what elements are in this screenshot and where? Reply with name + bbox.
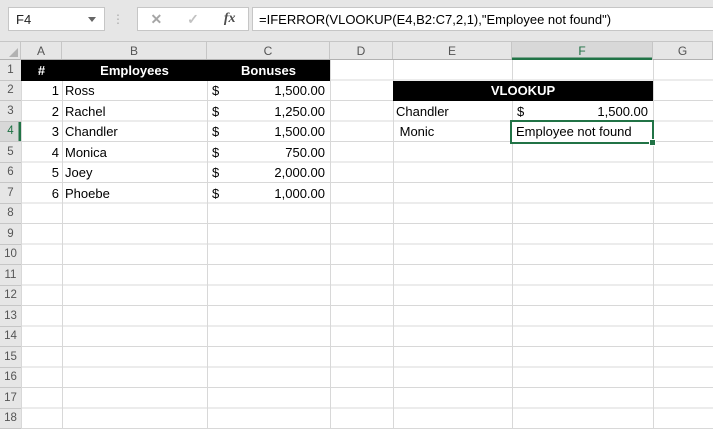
excel-window: F4 ⋮ ✕ ✓ fx =IFERROR(VLOOKUP(E4,B2:C7,2,… xyxy=(0,0,713,429)
cell-c2[interactable]: $ 1,500.00 xyxy=(207,81,330,102)
cell-a7[interactable]: 6 xyxy=(21,183,62,204)
gridline xyxy=(653,60,654,429)
name-box-value: F4 xyxy=(16,11,32,27)
row-header-14[interactable]: 14 xyxy=(0,327,21,347)
vlookup-title: VLOOKUP xyxy=(490,83,556,99)
column-header-d[interactable]: D xyxy=(330,42,393,59)
cell-f3[interactable]: $ 1,500.00 xyxy=(512,101,653,122)
row-header-8[interactable]: 8 xyxy=(0,204,21,224)
amount: 1,500.00 xyxy=(597,103,648,119)
cell-b7[interactable]: Phoebe xyxy=(62,183,207,204)
currency-symbol: $ xyxy=(517,103,525,119)
formula-buttons: ✕ ✓ fx xyxy=(137,7,249,31)
formula-bar-region: F4 ⋮ ✕ ✓ fx =IFERROR(VLOOKUP(E4,B2:C7,2,… xyxy=(0,0,713,41)
currency-symbol: $ xyxy=(212,165,220,181)
row-header-6[interactable]: 6 xyxy=(0,163,21,183)
column-header-a[interactable]: A xyxy=(21,42,62,59)
cell-c5[interactable]: $ 750.00 xyxy=(207,142,330,163)
cell-b2[interactable]: Ross xyxy=(62,81,207,102)
row-header-7[interactable]: 7 xyxy=(0,183,21,204)
gridline xyxy=(330,60,331,429)
cell-c7[interactable]: $ 1,000.00 xyxy=(207,183,330,204)
column-header-b[interactable]: B xyxy=(62,42,207,59)
name-box[interactable]: F4 xyxy=(8,7,105,31)
cell-b6[interactable]: Joey xyxy=(62,163,207,184)
amount: 1,500.00 xyxy=(274,124,325,140)
column-header-c[interactable]: C xyxy=(207,42,330,59)
cell-c6[interactable]: $ 2,000.00 xyxy=(207,163,330,184)
currency-symbol: $ xyxy=(212,144,220,160)
formula-input[interactable]: =IFERROR(VLOOKUP(E4,B2:C7,2,1),"Employee… xyxy=(252,7,713,31)
header-num-cell[interactable]: # xyxy=(21,63,62,78)
cell-a2[interactable]: 1 xyxy=(21,81,62,102)
cell-a6[interactable]: 5 xyxy=(21,163,62,184)
amount: 1,500.00 xyxy=(274,83,325,99)
row-header-1[interactable]: 1 xyxy=(0,60,21,81)
currency-symbol: $ xyxy=(212,124,220,140)
active-cell-value: Employee not found xyxy=(516,124,632,140)
fill-handle[interactable] xyxy=(649,138,656,146)
row-header-10[interactable]: 10 xyxy=(0,245,21,265)
cell-e3[interactable]: Chandler xyxy=(393,101,512,122)
cell-b4[interactable]: Chandler xyxy=(62,122,207,143)
name-box-dropdown-icon[interactable] xyxy=(88,16,96,22)
column-header-e[interactable]: E xyxy=(393,42,512,59)
select-all-triangle-icon xyxy=(9,48,18,57)
cell-a4[interactable]: 3 xyxy=(21,122,62,143)
separator-dots-icon: ⋮ xyxy=(112,12,124,26)
row-header-3[interactable]: 3 xyxy=(0,101,21,122)
cell-b3[interactable]: Rachel xyxy=(62,101,207,122)
column-headers: A B C D E F G xyxy=(21,41,713,60)
employee-table-header[interactable]: # Employees Bonuses xyxy=(21,60,330,81)
row-header-16[interactable]: 16 xyxy=(0,368,21,388)
cell-b5[interactable]: Monica xyxy=(62,142,207,163)
row-header-13[interactable]: 13 xyxy=(0,306,21,327)
row-header-5[interactable]: 5 xyxy=(0,142,21,163)
cell-a5[interactable]: 4 xyxy=(21,142,62,163)
row-header-11[interactable]: 11 xyxy=(0,265,21,286)
currency-symbol: $ xyxy=(212,103,220,119)
amount: 1,250.00 xyxy=(274,103,325,119)
amount: 1,000.00 xyxy=(274,185,325,201)
column-header-f-selected[interactable]: F xyxy=(512,42,653,60)
amount: 750.00 xyxy=(285,144,325,160)
currency-symbol: $ xyxy=(212,83,220,99)
column-header-g[interactable]: G xyxy=(653,42,713,59)
row-header-12[interactable]: 12 xyxy=(0,286,21,306)
enter-icon[interactable]: ✓ xyxy=(187,11,199,28)
row-header-9[interactable]: 9 xyxy=(0,224,21,245)
row-header-17[interactable]: 17 xyxy=(0,388,21,409)
formula-text: =IFERROR(VLOOKUP(E4,B2:C7,2,1),"Employee… xyxy=(259,11,612,27)
cell-e4[interactable]: Monic xyxy=(393,122,512,143)
cancel-icon[interactable]: ✕ xyxy=(150,11,162,28)
select-all-corner[interactable] xyxy=(0,41,21,60)
vlookup-panel-header[interactable]: VLOOKUP xyxy=(393,80,653,101)
cell-a3[interactable]: 2 xyxy=(21,101,62,122)
row-header-2[interactable]: 2 xyxy=(0,81,21,101)
header-bonuses-cell[interactable]: Bonuses xyxy=(207,63,330,78)
row-header-4-selected[interactable]: 4 xyxy=(0,121,21,142)
cell-c3[interactable]: $ 1,250.00 xyxy=(207,101,330,122)
active-cell-f4[interactable]: Employee not found xyxy=(510,120,656,146)
row-header-15[interactable]: 15 xyxy=(0,347,21,368)
row-headers: 1 2 3 4 5 6 7 8 9 10 11 12 13 14 15 16 1… xyxy=(0,60,21,429)
header-employees-cell[interactable]: Employees xyxy=(62,63,207,78)
row-header-18[interactable]: 18 xyxy=(0,409,21,429)
currency-symbol: $ xyxy=(212,185,220,201)
cell-c4[interactable]: $ 1,500.00 xyxy=(207,122,330,143)
amount: 2,000.00 xyxy=(274,165,325,181)
insert-function-icon[interactable]: fx xyxy=(224,11,236,27)
